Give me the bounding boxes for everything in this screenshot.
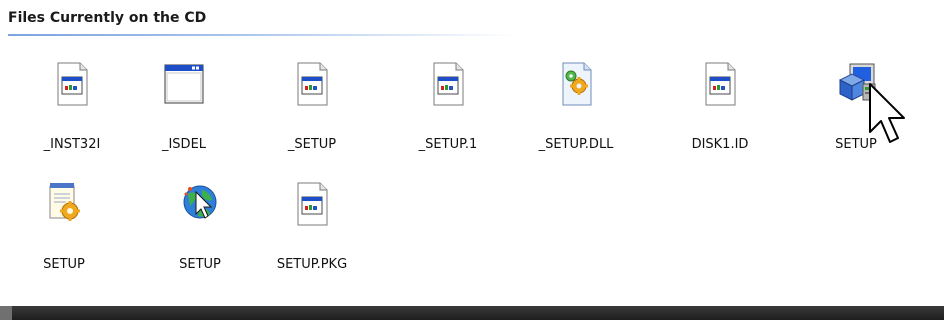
file-item-setup-pkg[interactable]: SETUP.PKG xyxy=(256,180,368,280)
file-item-isdel[interactable]: _ISDEL xyxy=(128,60,240,160)
file-label: SETUP.PKG xyxy=(276,257,348,272)
file-label: _INST32I xyxy=(43,137,101,152)
application-file-icon xyxy=(57,62,88,106)
file-item-setup-shortcut[interactable]: SETUP xyxy=(144,180,256,280)
file-label: SETUP xyxy=(43,257,85,272)
internet-shortcut-globe-icon xyxy=(183,185,217,219)
setup-installer-icon xyxy=(838,63,876,101)
file-list: _INST32I _ISDEL _SETUP _SETUP.1 _SETUP.D… xyxy=(0,50,944,290)
setup-ini-config-icon xyxy=(49,183,80,221)
file-label: SETUP xyxy=(179,257,221,272)
footer-bar xyxy=(0,306,944,320)
file-item-setup-underscore[interactable]: _SETUP xyxy=(256,60,368,160)
file-item-inst32i[interactable]: _INST32I xyxy=(16,60,128,160)
group-header: Files Currently on the CD xyxy=(8,4,518,36)
file-item-disk1-id[interactable]: DISK1.ID xyxy=(664,60,776,160)
application-file-icon xyxy=(433,62,464,106)
file-label: _SETUP.DLL xyxy=(538,137,614,152)
file-item-setup-exe[interactable]: SETUP xyxy=(800,60,912,160)
dll-gear-file-icon xyxy=(562,62,592,106)
application-file-icon xyxy=(297,62,328,106)
file-item-setup-ini[interactable]: SETUP xyxy=(8,180,120,280)
file-label: _SETUP xyxy=(287,137,337,152)
application-file-icon xyxy=(297,182,328,226)
file-item-setup-1[interactable]: _SETUP.1 xyxy=(392,60,504,160)
application-file-icon xyxy=(705,62,736,106)
file-label: _SETUP.1 xyxy=(418,137,478,152)
group-title: Files Currently on the CD xyxy=(8,10,207,26)
file-label: DISK1.ID xyxy=(691,137,749,152)
file-label: _ISDEL xyxy=(161,137,207,152)
group-divider xyxy=(8,34,518,36)
file-label: SETUP xyxy=(835,137,877,152)
application-window-icon xyxy=(164,64,204,104)
file-item-setup-dll[interactable]: _SETUP.DLL xyxy=(520,60,632,160)
